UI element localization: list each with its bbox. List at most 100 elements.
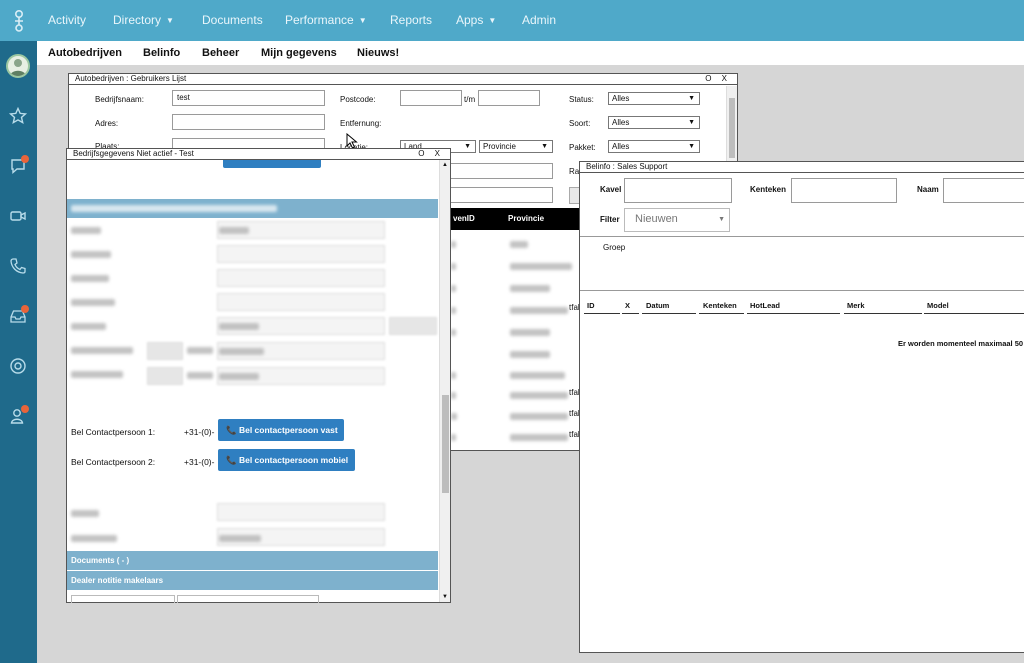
chevron-down-icon: ▼ (688, 95, 695, 102)
column-merk[interactable]: Merk (847, 301, 865, 310)
column-id[interactable]: ID (587, 301, 595, 310)
submenu-nieuws[interactable]: Nieuws! (357, 47, 399, 59)
nav-directory-label: Directory (113, 13, 162, 27)
bedrijfsnaam-input[interactable]: test (172, 90, 325, 106)
scrollbar[interactable]: ▲ ▼ (439, 160, 450, 602)
nav-documents[interactable]: Documents (202, 13, 263, 27)
video-icon[interactable] (7, 205, 29, 227)
naam-input[interactable] (943, 178, 1024, 203)
nav-directory[interactable]: Directory ▼ (113, 13, 174, 27)
window-controls[interactable]: O X (418, 149, 444, 159)
table-row[interactable] (451, 241, 456, 248)
table-row[interactable] (451, 434, 456, 441)
submenu-mijn-gegevens[interactable]: Mijn gegevens (261, 47, 337, 59)
table-row[interactable] (510, 307, 568, 314)
table-row[interactable] (510, 285, 550, 292)
field-input[interactable] (217, 503, 385, 521)
field-prefix[interactable] (147, 367, 183, 385)
dealer-notitie-section[interactable]: Dealer notitie makelaars (67, 571, 438, 590)
postcode-to-input[interactable] (478, 90, 540, 106)
bel-contact-1-label: Bel Contactpersoon 1: (71, 427, 156, 437)
divider (580, 290, 1024, 291)
postcode-from-input[interactable] (400, 90, 462, 106)
chevron-down-icon: ▼ (464, 143, 471, 150)
tab-2[interactable] (177, 595, 319, 603)
status-select[interactable]: Alles ▼ (608, 92, 700, 105)
kenteken-input[interactable] (791, 178, 897, 203)
submenu-autobedrijven[interactable]: Autobedrijven (48, 47, 122, 59)
star-icon[interactable] (7, 105, 29, 127)
sales-support-window: Belinfo : Sales Support Kavel Kenteken N… (579, 161, 1024, 653)
phone-icon[interactable] (7, 255, 29, 277)
scroll-up-icon[interactable]: ▲ (442, 162, 448, 168)
provincie-select[interactable]: Provincie ▼ (479, 140, 553, 153)
scrollbar-thumb[interactable] (442, 395, 449, 493)
top-action-button[interactable] (223, 160, 321, 168)
field-prefix-text (187, 347, 213, 354)
soort-select[interactable]: Alles ▼ (608, 116, 700, 129)
column-datum[interactable]: Datum (646, 301, 669, 310)
submenu-beheer[interactable]: Beheer (202, 47, 239, 59)
column-provincie-header: Provincie (508, 214, 545, 223)
column-id-header: venID (453, 214, 475, 223)
extra-input-2[interactable] (449, 187, 553, 203)
table-row[interactable] (510, 263, 572, 270)
app-logo-icon[interactable] (0, 0, 37, 41)
nav-performance[interactable]: Performance ▼ (285, 13, 367, 27)
nav-activity[interactable]: Activity (48, 13, 86, 27)
nav-admin[interactable]: Admin (522, 13, 556, 27)
adres-label: Adres: (95, 119, 119, 128)
bel-contactpersoon-vast-button[interactable]: 📞 Bel contactpersoon vast (218, 419, 344, 441)
bel-contactpersoon-mobiel-button[interactable]: 📞 Bel contactpersoon mobiel (218, 449, 355, 471)
blurred-section-header[interactable] (67, 199, 438, 218)
scrollbar[interactable] (726, 86, 737, 162)
scrollbar-thumb[interactable] (729, 98, 735, 158)
column-model[interactable]: Model (927, 301, 949, 310)
field-prefix[interactable] (147, 342, 183, 360)
provincie-select-value: Provincie (483, 142, 516, 151)
field-button[interactable] (389, 317, 437, 335)
chat-icon[interactable] (7, 155, 29, 177)
filter-select[interactable]: Nieuwen ▼ (624, 208, 730, 232)
tab-1[interactable] (71, 595, 175, 603)
submenu-belinfo[interactable]: Belinfo (143, 47, 180, 59)
column-x[interactable]: X (625, 301, 630, 310)
table-row[interactable] (510, 329, 550, 336)
avatar[interactable] (6, 54, 30, 78)
inbox-icon[interactable] (7, 305, 29, 327)
adres-input[interactable] (172, 114, 325, 130)
table-row[interactable] (451, 285, 456, 292)
groep-label: Groep (603, 243, 626, 252)
status-label: Status: (569, 95, 594, 104)
kavel-input[interactable] (624, 178, 732, 203)
table-row[interactable] (510, 413, 568, 420)
table-row[interactable] (451, 392, 456, 399)
table-row[interactable] (510, 434, 568, 441)
extra-input-1[interactable] (449, 163, 553, 179)
field-input[interactable] (217, 293, 385, 311)
phone-icon: 📞 (226, 455, 237, 465)
nav-performance-label: Performance (285, 13, 354, 27)
nav-apps[interactable]: Apps ▼ (456, 13, 496, 27)
table-row[interactable] (451, 307, 456, 314)
table-row[interactable] (510, 351, 550, 358)
field-input[interactable] (217, 245, 385, 263)
table-row[interactable] (451, 329, 456, 336)
window-controls[interactable]: O X (705, 74, 731, 84)
field-value (219, 373, 259, 380)
table-row[interactable] (451, 263, 456, 270)
column-kenteken[interactable]: Kenteken (703, 301, 737, 310)
table-row[interactable] (510, 241, 528, 248)
scroll-down-icon[interactable]: ▼ (442, 594, 448, 600)
column-hotlead[interactable]: HotLead (750, 301, 780, 310)
pakket-select[interactable]: Alles ▼ (608, 140, 700, 153)
field-input[interactable] (217, 269, 385, 287)
table-row[interactable] (451, 413, 457, 420)
table-row[interactable] (510, 372, 565, 379)
nav-reports[interactable]: Reports (390, 13, 432, 27)
lifebuoy-icon[interactable] (7, 355, 29, 377)
table-row[interactable] (510, 392, 568, 399)
user-alert-icon[interactable] (7, 405, 29, 427)
documents-section[interactable]: Documents ( - ) (67, 551, 438, 570)
table-row[interactable] (451, 372, 456, 379)
